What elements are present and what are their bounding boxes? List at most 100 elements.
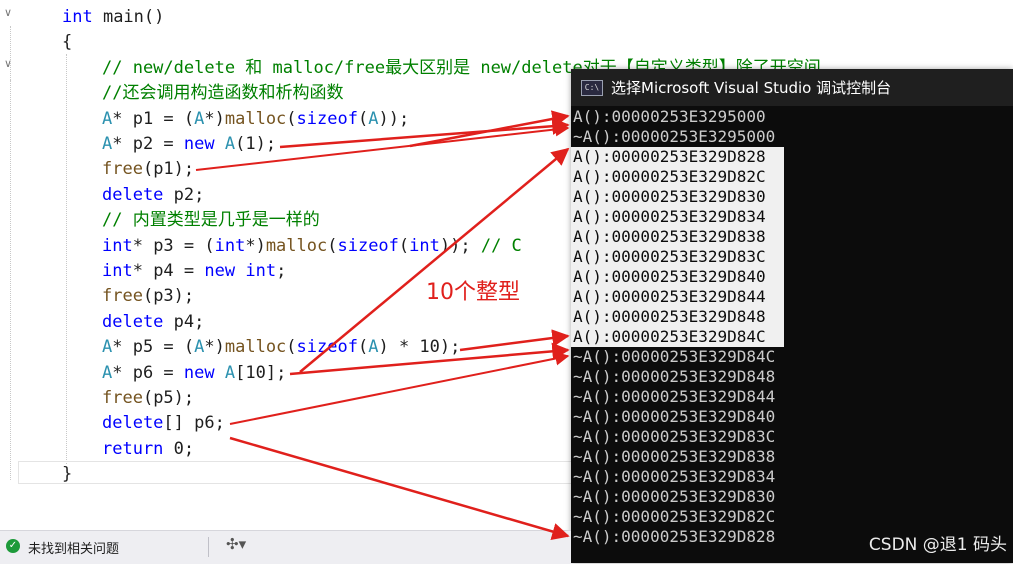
code-line[interactable]: free(p1); [102,157,194,182]
code-line[interactable]: return 0; [102,437,194,462]
console-line: A():00000253E329D838 [571,227,784,247]
debug-console-window[interactable]: C:\ 选择Microsoft Visual Studio 调试控制台 A():… [571,69,1013,563]
code-token: ( [357,108,369,129]
console-line: A():00000253E329D83C [571,247,784,267]
code-token: new [183,134,215,154]
code-line[interactable]: // 内置类型是几乎是一样的 [102,208,320,233]
code-line[interactable]: //还会调用构造函数和析构函数 [102,81,343,106]
check-circle-icon: ✓ [6,539,20,553]
code-token: // C [480,235,522,256]
code-token: p4; [163,311,205,332]
code-token: ( [286,337,297,358]
console-line: ~A():00000253E3295000 [573,127,776,146]
annotation-label: 10个整型 [426,280,520,305]
code-token: int [409,235,440,256]
code-token: delete [102,413,164,434]
code-token: // 内置类型是几乎是一样的 [102,210,320,231]
code-token: 0; [163,438,195,459]
code-token: malloc [224,337,287,358]
code-line[interactable]: A* p2 = new A(1); [102,132,276,157]
console-output[interactable]: A():00000253E3295000 ~A():00000253E329500… [571,107,784,547]
code-token: *) [204,108,225,129]
code-line[interactable]: delete[] p6; [102,411,225,436]
console-line: ~A():00000253E329D840 [573,407,776,426]
code-token: ) * 10); [378,337,461,358]
console-line: ~A():00000253E329D838 [573,447,776,466]
code-token: malloc [265,235,328,256]
code-token: (p3); [142,286,195,307]
code-line[interactable]: A* p1 = (A*)malloc(sizeof(A)); [102,107,409,132]
console-line: A():00000253E329D840 [571,267,784,287]
code-token: A [194,108,205,129]
code-token: [] p6; [163,413,225,434]
code-token: [10]; [235,362,287,383]
console-line: A():00000253E329D844 [571,287,784,307]
code-token: * p5 = ( [112,337,195,358]
code-token: } [62,464,73,485]
console-line: A():00000253E329D82C [571,167,784,187]
console-line: ~A():00000253E329D83C [573,427,776,446]
code-line[interactable]: delete p2; [102,183,204,208]
code-token: * p4 = [132,261,205,281]
code-line[interactable]: free(p3); [102,284,194,309]
console-line: A():00000253E329D834 [571,207,784,227]
code-token: ( [286,108,297,129]
code-token: A [102,362,113,383]
code-line[interactable]: } [62,462,72,487]
code-line[interactable]: { [62,30,72,55]
status-issues-text[interactable]: 未找到相关问题 [28,538,119,557]
code-token: p2; [163,184,205,205]
broom-icon[interactable]: ✣▾ [226,535,246,553]
code-token: )); [378,108,410,129]
code-token: malloc [224,108,287,129]
code-token: main() [92,7,165,27]
console-titlebar[interactable]: C:\ 选择Microsoft Visual Studio 调试控制台 [571,69,1013,106]
code-line[interactable]: delete p4; [102,310,204,335]
code-token: new [204,261,236,281]
code-token: ; [276,261,287,281]
code-token: delete [102,311,164,332]
code-line[interactable]: free(p5); [102,386,194,411]
code-token: * p2 = [112,134,184,154]
code-token: (1); [235,134,277,154]
console-app-icon: C:\ [581,79,603,96]
code-line[interactable]: int* p4 = new int; [102,259,286,284]
code-token: A [224,362,236,383]
console-line: ~A():00000253E329D84C [573,347,776,366]
code-token: ( [357,337,369,358]
status-bar: ✓ 未找到相关问题 ✣▾ [0,530,571,564]
code-line[interactable]: int main() [62,5,164,30]
fold-toggle-icon[interactable]: ∨ [4,6,12,19]
code-token: A [102,134,113,154]
console-line: ~A():00000253E329D834 [573,467,776,486]
code-line[interactable]: A* p6 = new A[10]; [102,361,286,386]
code-token: int [102,235,133,256]
code-token: return [102,438,164,459]
code-token: A [102,108,113,129]
code-token: free [102,286,143,307]
code-token: *) [245,235,266,256]
code-token: ( [327,235,338,256]
code-token: int [62,7,93,27]
console-line: ~A():00000253E329D848 [573,367,776,386]
code-token: A [368,337,379,358]
code-token: //还会调用构造函数和析构函数 [102,83,344,104]
code-token: ( [398,235,410,256]
code-token: * p3 = ( [132,235,215,256]
console-line: ~A():00000253E329D82C [573,507,776,526]
code-line[interactable]: A* p5 = (A*)malloc(sizeof(A) * 10); [102,335,460,360]
console-line: ~A():00000253E329D828 [573,527,776,546]
current-line-highlight [18,461,578,484]
watermark: CSDN @退1 码头 [868,535,1007,555]
fold-guide [10,80,11,480]
code-line[interactable]: int* p3 = (int*)malloc(sizeof(int)); // … [102,234,522,259]
code-token: A [368,108,379,129]
code-token: int [245,261,277,281]
code-token: A [102,337,113,358]
code-token: *) [204,337,225,358]
console-title: 选择Microsoft Visual Studio 调试控制台 [611,79,892,97]
code-token: int [214,235,246,256]
